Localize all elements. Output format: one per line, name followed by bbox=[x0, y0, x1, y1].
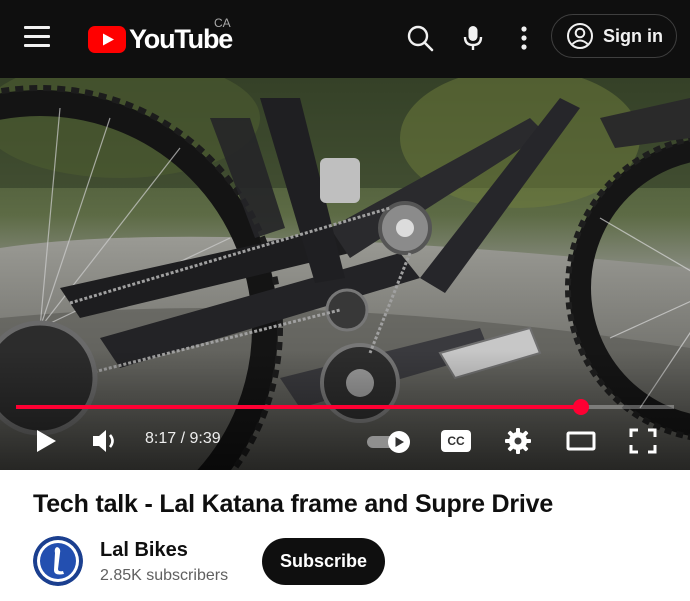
volume-icon[interactable] bbox=[90, 427, 122, 455]
youtube-play-logo-icon bbox=[88, 25, 126, 53]
top-app-bar: YouTube CA Sign in bbox=[0, 0, 690, 78]
more-vert-icon[interactable] bbox=[508, 22, 540, 54]
captions-label: CC bbox=[447, 434, 465, 448]
search-icon[interactable] bbox=[404, 22, 436, 54]
settings-gear-icon[interactable] bbox=[504, 427, 532, 455]
sign-in-label: Sign in bbox=[603, 25, 663, 46]
captions-icon[interactable]: CC bbox=[441, 430, 471, 452]
youtube-logo[interactable]: YouTube bbox=[88, 22, 233, 56]
play-icon[interactable] bbox=[33, 428, 59, 454]
fullscreen-icon[interactable] bbox=[628, 427, 658, 455]
microphone-icon[interactable] bbox=[457, 22, 489, 54]
progress-played bbox=[16, 405, 581, 409]
account-circle-icon bbox=[567, 23, 593, 49]
time-display: 8:17 / 9:39 bbox=[145, 430, 221, 447]
progress-bar[interactable] bbox=[16, 399, 674, 415]
channel-name[interactable]: Lal Bikes bbox=[100, 539, 188, 562]
hamburger-menu-icon[interactable] bbox=[24, 26, 50, 48]
subscriber-count: 2.85K subscribers bbox=[100, 567, 229, 584]
subscribe-button[interactable]: Subscribe bbox=[262, 538, 385, 585]
autoplay-toggle[interactable] bbox=[366, 428, 412, 454]
video-player[interactable]: 8:17 / 9:39 CC bbox=[0, 78, 690, 470]
theater-mode-icon[interactable] bbox=[566, 430, 596, 452]
scrubber-handle[interactable] bbox=[572, 399, 589, 415]
video-title: Tech talk - Lal Katana frame and Supre D… bbox=[33, 490, 554, 518]
region-label: CA bbox=[214, 16, 231, 30]
sign-in-button[interactable]: Sign in bbox=[551, 14, 677, 58]
channel-avatar[interactable] bbox=[33, 536, 83, 586]
video-info-panel: Tech talk - Lal Katana frame and Supre D… bbox=[0, 470, 690, 601]
